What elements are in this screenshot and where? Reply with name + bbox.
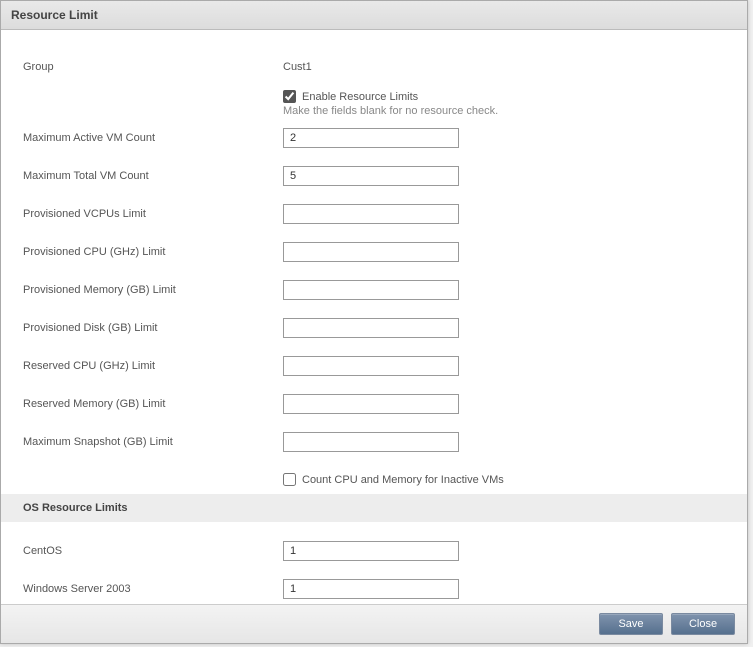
os-centos-label: CentOS [23, 545, 283, 557]
enable-limits-label-wrap[interactable]: Enable Resource Limits [283, 90, 418, 103]
resource-limit-dialog: Resource Limit Group Cust1 Enable Resour… [0, 0, 748, 644]
os-win2003-row: Windows Server 2003 [23, 570, 725, 604]
dialog-title: Resource Limit [1, 1, 747, 30]
max-total-vm-input[interactable] [283, 166, 459, 186]
os-section-header: OS Resource Limits [1, 494, 747, 522]
prov-mem-gb-label: Provisioned Memory (GB) Limit [23, 284, 283, 296]
res-cpu-ghz-input[interactable] [283, 356, 459, 376]
max-total-vm-label: Maximum Total VM Count [23, 170, 283, 182]
dialog-footer: Save Close [1, 604, 747, 643]
prov-disk-gb-label: Provisioned Disk (GB) Limit [23, 322, 283, 334]
prov-cpu-ghz-row: Provisioned CPU (GHz) Limit [23, 233, 725, 271]
prov-vcpus-label: Provisioned VCPUs Limit [23, 208, 283, 220]
res-mem-gb-input[interactable] [283, 394, 459, 414]
enable-limits-checkbox[interactable] [283, 90, 296, 103]
os-win2003-label: Windows Server 2003 [23, 583, 283, 595]
max-snapshot-gb-label: Maximum Snapshot (GB) Limit [23, 436, 283, 448]
prov-mem-gb-row: Provisioned Memory (GB) Limit [23, 271, 725, 309]
prov-vcpus-row: Provisioned VCPUs Limit [23, 195, 725, 233]
help-text: Make the fields blank for no resource ch… [283, 105, 498, 117]
res-cpu-ghz-row: Reserved CPU (GHz) Limit [23, 347, 725, 385]
group-label: Group [23, 61, 283, 73]
res-mem-gb-label: Reserved Memory (GB) Limit [23, 398, 283, 410]
res-cpu-ghz-label: Reserved CPU (GHz) Limit [23, 360, 283, 372]
max-active-vm-row: Maximum Active VM Count [23, 119, 725, 157]
prov-disk-gb-input[interactable] [283, 318, 459, 338]
res-mem-gb-row: Reserved Memory (GB) Limit [23, 385, 725, 423]
os-win2003-input[interactable] [283, 579, 459, 599]
group-row: Group Cust1 [23, 48, 725, 86]
prov-mem-gb-input[interactable] [283, 280, 459, 300]
prov-cpu-ghz-label: Provisioned CPU (GHz) Limit [23, 246, 283, 258]
max-active-vm-input[interactable] [283, 128, 459, 148]
count-inactive-label: Count CPU and Memory for Inactive VMs [302, 474, 504, 486]
close-button[interactable]: Close [671, 613, 735, 635]
enable-limits-label: Enable Resource Limits [302, 91, 418, 103]
group-value: Cust1 [283, 61, 312, 73]
count-inactive-row[interactable]: Count CPU and Memory for Inactive VMs [283, 473, 725, 486]
enable-limits-row: Enable Resource Limits Make the fields b… [283, 90, 725, 117]
max-snapshot-gb-input[interactable] [283, 432, 459, 452]
os-centos-row: CentOS [23, 532, 725, 570]
max-snapshot-gb-row: Maximum Snapshot (GB) Limit [23, 423, 725, 461]
save-button[interactable]: Save [599, 613, 663, 635]
os-centos-input[interactable] [283, 541, 459, 561]
max-total-vm-row: Maximum Total VM Count [23, 157, 725, 195]
max-active-vm-label: Maximum Active VM Count [23, 132, 283, 144]
prov-cpu-ghz-input[interactable] [283, 242, 459, 262]
prov-vcpus-input[interactable] [283, 204, 459, 224]
count-inactive-checkbox[interactable] [283, 473, 296, 486]
dialog-body[interactable]: Group Cust1 Enable Resource Limits Make … [1, 30, 747, 604]
prov-disk-gb-row: Provisioned Disk (GB) Limit [23, 309, 725, 347]
